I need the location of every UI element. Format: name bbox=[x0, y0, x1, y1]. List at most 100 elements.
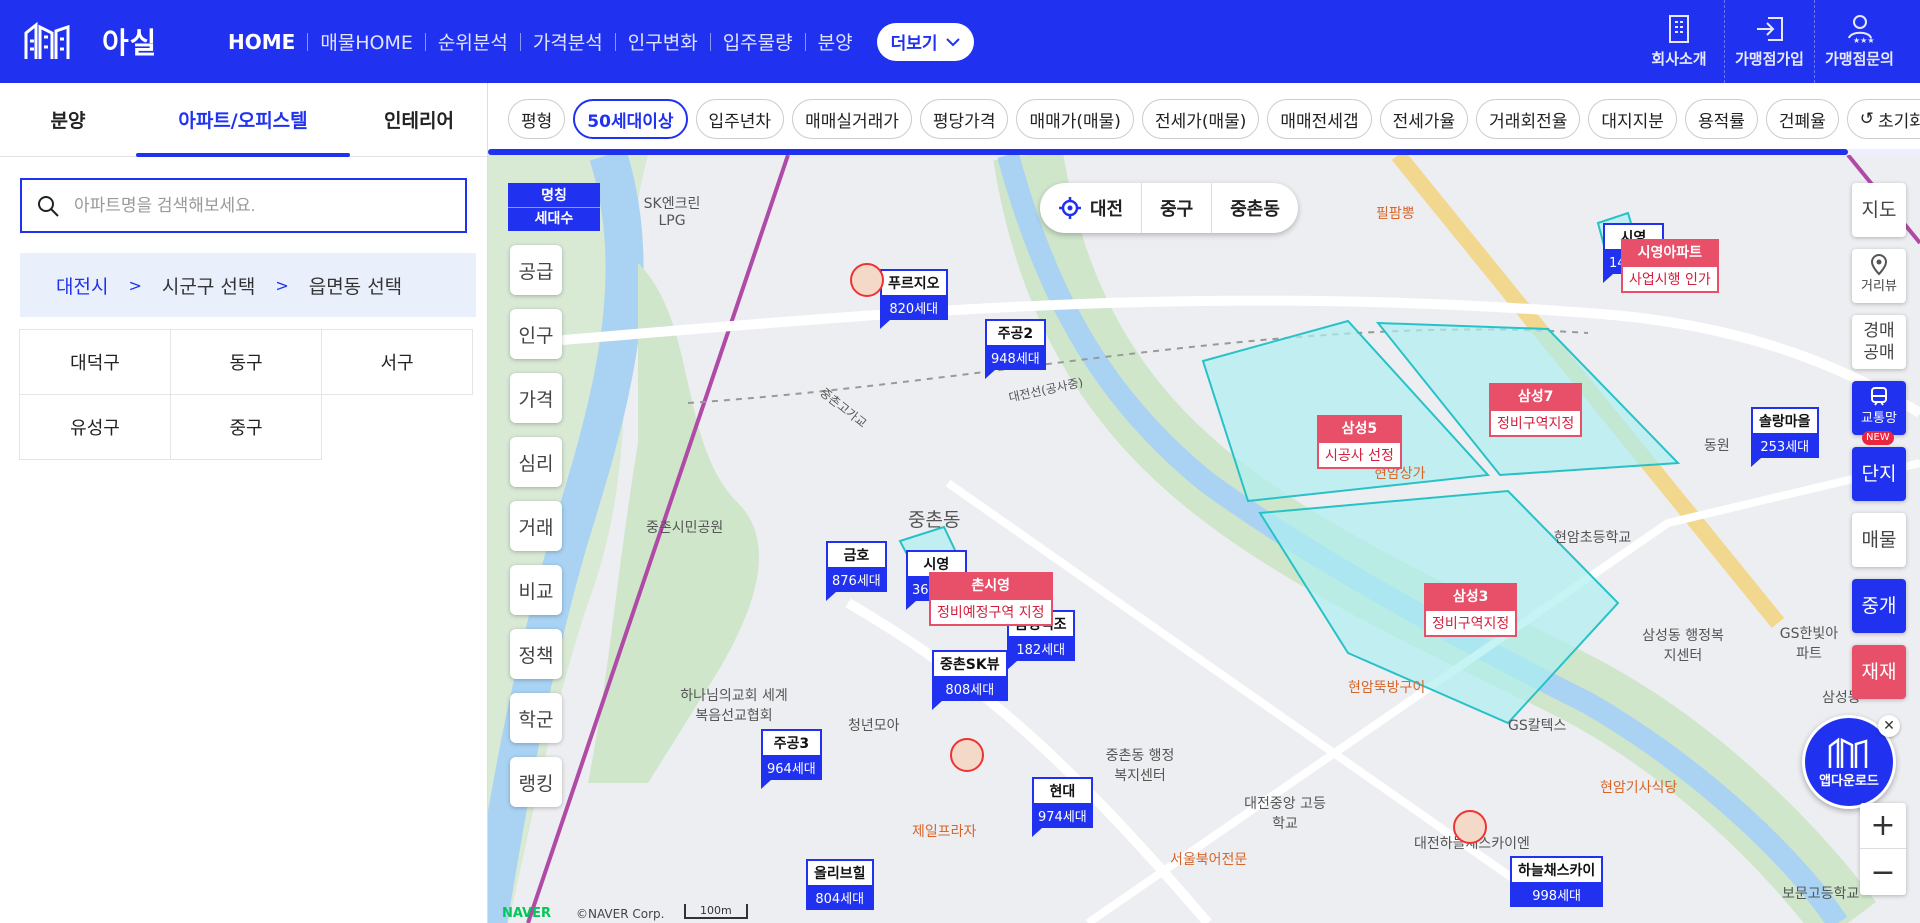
chip-50-units[interactable]: 50세대이상 bbox=[573, 99, 688, 139]
chip-land-share[interactable]: 대지지분 bbox=[1588, 99, 1677, 139]
street-view-button[interactable]: 거리뷰 bbox=[1852, 249, 1906, 303]
marker-units: 182세대 bbox=[1007, 636, 1075, 661]
apartment-marker[interactable]: 주공2 948세대 bbox=[985, 319, 1046, 379]
chip-jeonse-ratio[interactable]: 전세가율 bbox=[1379, 99, 1469, 139]
apartment-marker[interactable]: 올리브힐 804세대 bbox=[806, 859, 874, 910]
more-label: 더보기 bbox=[890, 34, 938, 54]
marker-name: 금호 bbox=[826, 541, 887, 567]
sidebar-tabs: 분양 아파트/오피스텔 인테리어 bbox=[0, 83, 487, 157]
tab-presale[interactable]: 분양 bbox=[0, 83, 136, 156]
company-intro-button[interactable]: 회사소개 bbox=[1634, 0, 1724, 83]
name-units-toggle[interactable]: 명칭 세대수 bbox=[508, 183, 600, 231]
rail-sentiment[interactable]: 심리 bbox=[510, 437, 562, 487]
chip-coverage-ratio[interactable]: 건폐율 bbox=[1765, 99, 1839, 139]
reset-button[interactable]: ↺ 초기화 bbox=[1846, 99, 1920, 139]
listing-button[interactable]: 매물 bbox=[1852, 513, 1906, 567]
apartment-marker[interactable]: 금호 876세대 bbox=[826, 541, 887, 601]
nav-supply[interactable]: 입주물량 bbox=[711, 28, 805, 55]
district-dong[interactable]: 동구 bbox=[170, 329, 322, 395]
place-label: 현암뚝방구이 bbox=[1348, 680, 1426, 696]
rail-compare[interactable]: 비교 bbox=[510, 565, 562, 615]
zoom-out-button[interactable]: − bbox=[1860, 849, 1906, 895]
marker-name: 주공2 bbox=[985, 319, 1046, 345]
redev-name: 촌시영 bbox=[929, 572, 1053, 598]
nav-presale[interactable]: 분양 bbox=[806, 28, 865, 55]
district-seo[interactable]: 서구 bbox=[321, 329, 473, 395]
redevelopment-marker[interactable]: 촌시영 정비예정구역 지정 bbox=[929, 572, 1053, 626]
chip-listing-price[interactable]: 매매가(매물) bbox=[1016, 99, 1134, 139]
reset-icon: ↺ bbox=[1859, 109, 1875, 129]
marker-tail bbox=[1007, 661, 1017, 670]
redev-name: 삼성3 bbox=[1424, 583, 1518, 609]
agent-avatar[interactable] bbox=[850, 263, 884, 297]
rail-policy[interactable]: 정책 bbox=[510, 629, 562, 679]
district-daedeok[interactable]: 대덕구 bbox=[19, 329, 171, 395]
search-icon[interactable] bbox=[36, 194, 60, 218]
chip-area[interactable]: 평형 bbox=[508, 99, 566, 139]
rail-supply[interactable]: 공급 bbox=[510, 245, 562, 295]
location-city[interactable]: 대전 bbox=[1040, 183, 1141, 233]
rail-transactions[interactable]: 거래 bbox=[510, 501, 562, 551]
redevelopment-marker[interactable]: 삼성5 시공사 선정 bbox=[1317, 415, 1402, 469]
location-city-label: 대전 bbox=[1090, 199, 1124, 220]
rail-price[interactable]: 가격 bbox=[510, 373, 562, 423]
agent-avatar[interactable] bbox=[950, 738, 984, 772]
chip-move-in-year[interactable]: 입주년차 bbox=[695, 99, 785, 139]
apartment-marker[interactable]: 중촌SK뷰 808세대 bbox=[932, 650, 1008, 710]
apartment-marker[interactable]: 푸르지오 820세대 bbox=[880, 269, 948, 329]
chip-sale-price[interactable]: 매매실거래가 bbox=[792, 99, 912, 139]
rail-ranking[interactable]: 랭킹 bbox=[510, 757, 562, 807]
place-label: 중촌시민공원 bbox=[646, 520, 724, 536]
redevelopment-marker[interactable]: 삼성3 정비구역지정 bbox=[1424, 583, 1518, 637]
location-district[interactable]: 중구 bbox=[1141, 183, 1211, 233]
chip-gap[interactable]: 매매전세갭 bbox=[1267, 99, 1372, 139]
chevron-down-icon bbox=[945, 37, 960, 46]
apartment-marker[interactable]: 현대 974세대 bbox=[1032, 777, 1093, 837]
apartment-search-box bbox=[20, 178, 467, 233]
map-view[interactable]: 평형 50세대이상 입주년차 매매실거래가 평당가격 매매가(매물) 전세가(매… bbox=[488, 83, 1920, 923]
tab-interior[interactable]: 인테리어 bbox=[350, 83, 488, 156]
redevelopment-button[interactable]: 재재 bbox=[1852, 645, 1906, 699]
redevelopment-marker[interactable]: 시영아파트 사업시행 인가 bbox=[1621, 239, 1719, 293]
district-yuseong[interactable]: 유성구 bbox=[19, 394, 171, 460]
nav-price[interactable]: 가격분석 bbox=[521, 28, 615, 55]
franchise-join-button[interactable]: 가맹점가입 bbox=[1724, 0, 1814, 83]
complex-button[interactable]: 단지 bbox=[1852, 447, 1906, 501]
brand-logo[interactable]: 아실 bbox=[22, 20, 157, 62]
place-label: 현암기사식당 bbox=[1600, 780, 1678, 796]
nav-ranking[interactable]: 순위분석 bbox=[426, 28, 520, 55]
district-jung[interactable]: 중구 bbox=[170, 394, 322, 460]
redevelopment-marker[interactable]: 삼성7 정비구역지정 bbox=[1489, 383, 1583, 437]
franchise-inquiry-button[interactable]: ★★★ 가맹점문의 bbox=[1814, 0, 1904, 83]
franchise-inquiry-label: 가맹점문의 bbox=[1824, 50, 1894, 68]
broker-button[interactable]: 중개 bbox=[1852, 579, 1906, 633]
filter-chip-bar: 평형 50세대이상 입주년차 매매실거래가 평당가격 매매가(매물) 전세가(매… bbox=[488, 83, 1920, 155]
breadcrumb-district[interactable]: 시군구 선택 bbox=[162, 272, 255, 299]
tab-apartment-officetel[interactable]: 아파트/오피스텔 bbox=[136, 83, 350, 157]
auction-button[interactable]: 경매공매 bbox=[1852, 315, 1906, 369]
nav-home[interactable]: HOME bbox=[216, 30, 307, 54]
apartment-marker[interactable]: 주공3 964세대 bbox=[761, 729, 822, 789]
chip-price-per-pyeong[interactable]: 평당가격 bbox=[919, 99, 1009, 139]
zoom-in-button[interactable]: + bbox=[1860, 803, 1906, 849]
transit-button[interactable]: 교통망 NEW bbox=[1852, 381, 1906, 445]
rail-population[interactable]: 인구 bbox=[510, 309, 562, 359]
chip-floor-area-ratio[interactable]: 용적률 bbox=[1684, 99, 1758, 139]
breadcrumb-dong[interactable]: 읍면동 선택 bbox=[309, 272, 402, 299]
chip-turnover[interactable]: 거래회전율 bbox=[1476, 99, 1581, 139]
agent-avatar[interactable] bbox=[1453, 810, 1487, 844]
apartment-search-input[interactable] bbox=[74, 195, 434, 216]
rail-school[interactable]: 학군 bbox=[510, 693, 562, 743]
nav-population[interactable]: 인구변화 bbox=[616, 28, 710, 55]
nav-listing-home[interactable]: 매물HOME bbox=[308, 28, 425, 55]
place-label: 청년모아 bbox=[848, 718, 900, 734]
breadcrumb-city[interactable]: 대전시 bbox=[56, 272, 108, 299]
logo-icon bbox=[24, 21, 70, 59]
location-dong[interactable]: 중촌동 bbox=[1211, 183, 1298, 233]
close-icon[interactable]: ✕ bbox=[1878, 715, 1900, 737]
map-type-button[interactable]: 지도 bbox=[1852, 183, 1906, 237]
chip-jeonse-price[interactable]: 전세가(매물) bbox=[1141, 99, 1260, 139]
apartment-marker[interactable]: 솔랑마을 253세대 bbox=[1751, 407, 1819, 467]
apartment-marker[interactable]: 하늘채스카이 998세대 bbox=[1510, 856, 1604, 907]
more-button[interactable]: 더보기 bbox=[876, 22, 974, 61]
